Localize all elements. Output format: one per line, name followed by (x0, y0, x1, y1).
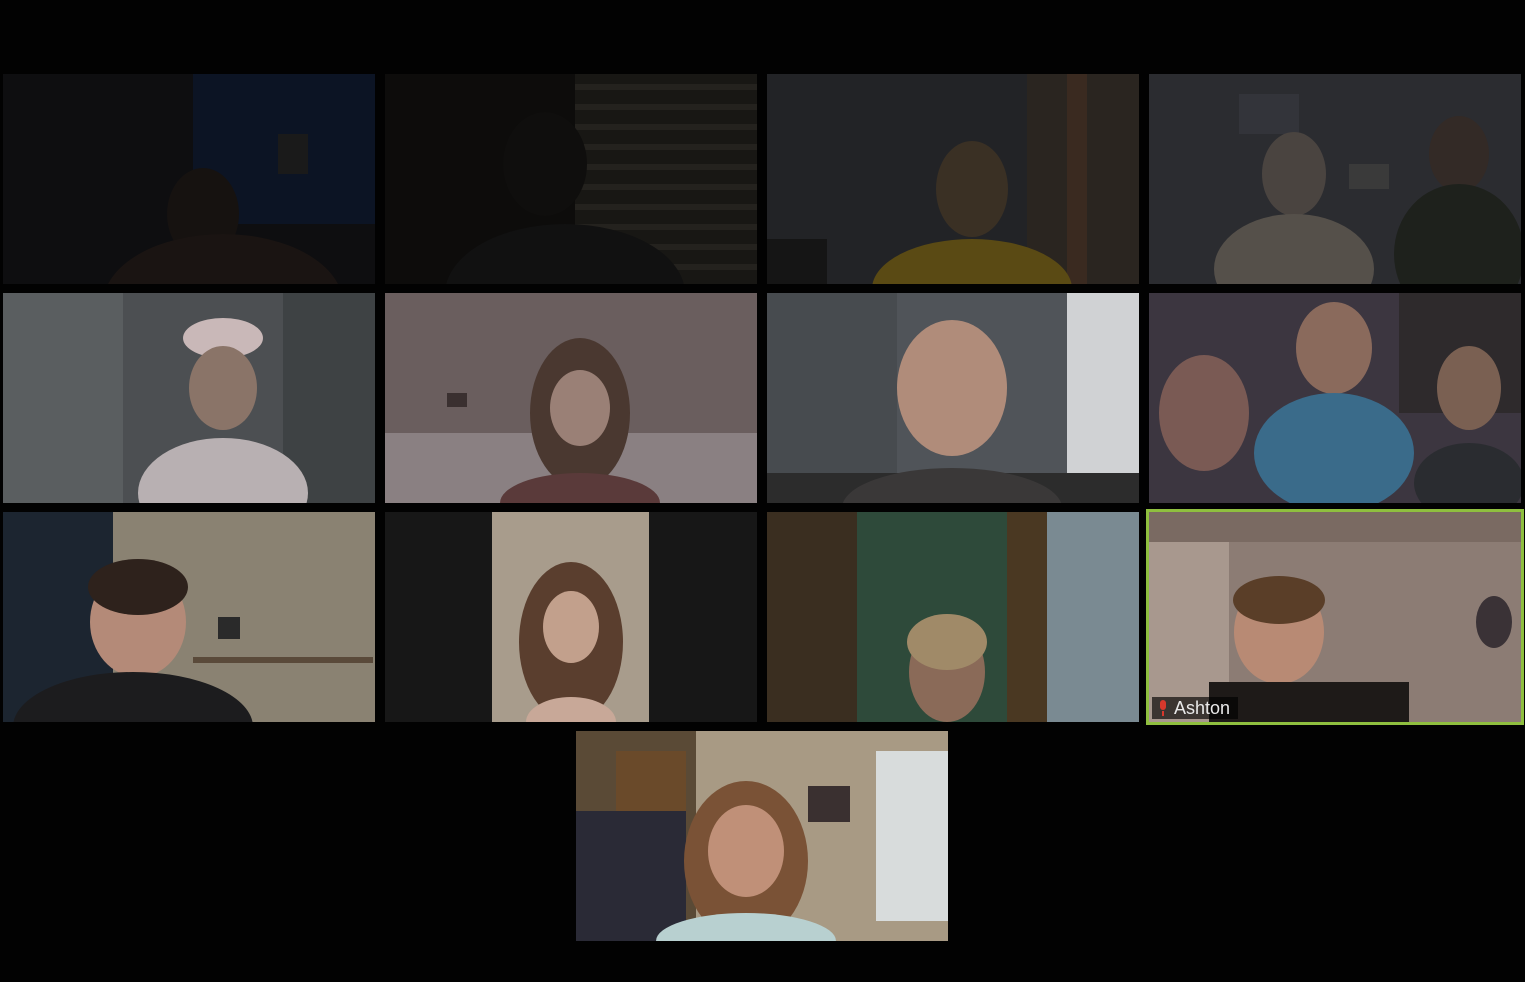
video-feed (1149, 512, 1521, 722)
video-feed (576, 731, 948, 941)
participant-tile[interactable] (767, 74, 1139, 284)
video-feed (3, 74, 375, 284)
video-feed (1149, 293, 1521, 503)
participant-tile[interactable] (3, 74, 375, 284)
participant-tile[interactable] (385, 512, 757, 722)
participant-tile[interactable] (385, 293, 757, 503)
video-feed (767, 512, 1139, 722)
video-feed (3, 512, 375, 722)
participant-tile[interactable] (576, 731, 948, 941)
participant-tile[interactable] (1149, 74, 1521, 284)
participant-name-tag: Ashton (1152, 697, 1239, 719)
video-feed (385, 74, 757, 284)
mic-muted-icon (1158, 700, 1168, 716)
video-feed (3, 293, 375, 503)
video-feed (385, 512, 757, 722)
video-feed (767, 293, 1139, 503)
participant-name: Ashton (1174, 697, 1231, 718)
participant-tile[interactable] (1149, 293, 1521, 503)
participant-tile[interactable] (767, 512, 1139, 722)
participant-tile[interactable] (385, 74, 757, 284)
gallery-grid: Ashton (0, 0, 1525, 982)
participant-tile-active-speaker[interactable]: Ashton (1146, 509, 1524, 725)
participant-tile[interactable] (3, 293, 375, 503)
participant-tile[interactable] (3, 512, 375, 722)
video-feed (767, 74, 1139, 284)
video-feed (385, 293, 757, 503)
participant-tile[interactable] (767, 293, 1139, 503)
video-feed (1149, 74, 1521, 284)
